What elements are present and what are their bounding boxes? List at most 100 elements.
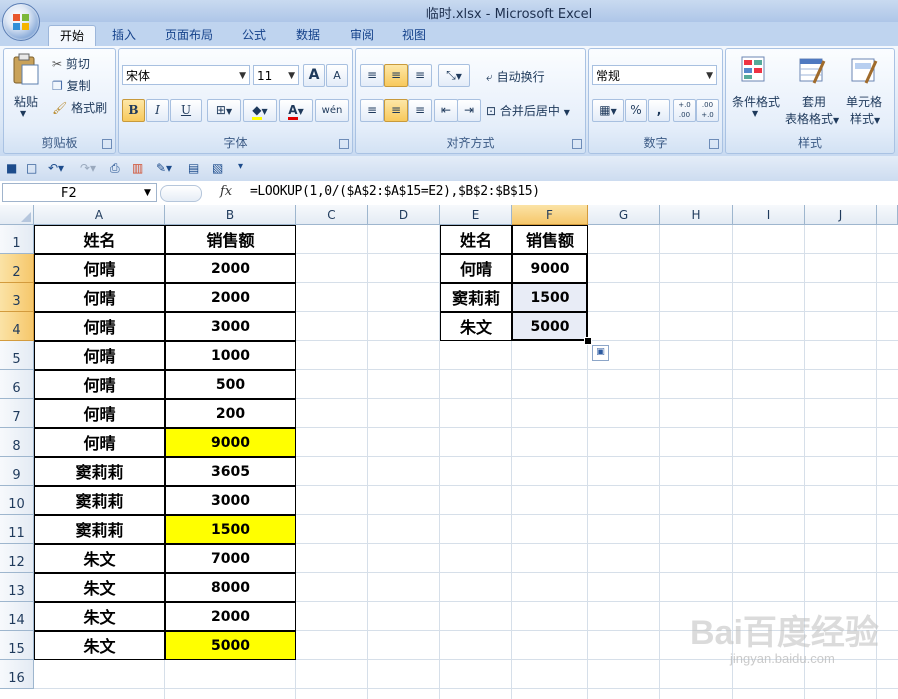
align-right-icon[interactable]: ≡ [408,99,432,122]
cell-B5[interactable]: 1000 [165,341,296,370]
row-header-15[interactable]: 15 [0,631,34,660]
insert-function-icon[interactable]: fx [220,184,232,199]
cell-styles-icon[interactable] [850,55,878,85]
row-header-12[interactable]: 12 [0,544,34,573]
tab-home[interactable]: 开始 [48,25,96,47]
formula-bar-resize-handle[interactable] [160,185,202,202]
column-header-G[interactable]: G [588,205,660,225]
column-header-F[interactable]: F [512,205,588,225]
row-header-4[interactable]: 4 [0,312,34,341]
cell-E2[interactable]: 何晴 [440,254,512,283]
cell-B6[interactable]: 500 [165,370,296,399]
office-button[interactable] [2,3,40,41]
phonetic-button[interactable]: wén [315,99,349,122]
tab-review[interactable]: 审阅 [342,25,382,46]
decrease-indent-icon[interactable]: ⇤ [434,99,458,122]
row-header-5[interactable]: 5 [0,341,34,370]
row-header-6[interactable]: 6 [0,370,34,399]
cell-E3[interactable]: 窦莉莉 [440,283,512,312]
cell-B2[interactable]: 2000 [165,254,296,283]
format-painter-button[interactable]: 🖌 格式刷 [52,99,107,116]
font-color-button[interactable]: A▼ [279,99,313,122]
cell-B3[interactable]: 2000 [165,283,296,312]
paste-icon[interactable] [10,53,40,87]
align-middle-icon[interactable]: ≡ [384,64,408,87]
cell-A8[interactable]: 何晴 [34,428,165,457]
conditional-format-icon[interactable] [740,55,768,85]
align-bottom-icon[interactable]: ≡ [408,64,432,87]
column-header-H[interactable]: H [660,205,733,225]
row-header-3[interactable]: 3 [0,283,34,312]
paste-button[interactable]: 粘贴 [14,93,38,110]
tab-insert[interactable]: 插入 [104,25,144,46]
row-header-9[interactable]: 9 [0,457,34,486]
column-header-E[interactable]: E [440,205,512,225]
cell-A5[interactable]: 何晴 [34,341,165,370]
font-size-select[interactable]: 11 ▼ [253,65,299,85]
format-as-table-button[interactable]: 表格格式▼ [785,110,839,127]
redo-icon[interactable]: ↷▾ [80,161,96,175]
column-header-D[interactable]: D [368,205,440,225]
cell-A4[interactable]: 何晴 [34,312,165,341]
cell-A15[interactable]: 朱文 [34,631,165,660]
row-header-7[interactable]: 7 [0,399,34,428]
tab-data[interactable]: 数据 [288,25,328,46]
form-icon[interactable]: ▤ [188,161,199,175]
cell-A12[interactable]: 朱文 [34,544,165,573]
shrink-font-button[interactable]: A [326,64,348,87]
new-file-icon[interactable]: □ [26,161,37,175]
row-header-2[interactable]: 2 [0,254,34,283]
cell-styles-button[interactable]: 样式▼ [850,110,880,127]
name-box[interactable]: F2 ▼ [2,183,157,202]
merge-center-button[interactable]: ⊡ 合并后居中 ▼ [486,102,570,119]
cell-B13[interactable]: 8000 [165,573,296,602]
cell-B11[interactable]: 1500 [165,515,296,544]
cell-A3[interactable]: 何晴 [34,283,165,312]
cell-styles-line1[interactable]: 单元格 [846,93,882,110]
cell-A11[interactable]: 窦莉莉 [34,515,165,544]
undo-icon[interactable]: ↶▾ [48,161,64,175]
font-launcher-icon[interactable] [339,139,349,149]
drawing-icon[interactable]: ✎▾ [156,161,172,175]
cell-B7[interactable]: 200 [165,399,296,428]
chart-icon[interactable]: ▥ [132,161,143,175]
number-format-select[interactable]: 常规 ▼ [592,65,717,85]
paste-dropdown-icon[interactable]: ▼ [20,109,26,118]
row-header-1[interactable]: 1 [0,225,34,254]
align-left-icon[interactable]: ≡ [360,99,384,122]
column-header-overflow[interactable] [877,205,898,225]
print-preview-icon[interactable]: ⎙ [110,161,120,176]
cell-A13[interactable]: 朱文 [34,573,165,602]
column-header-C[interactable]: C [296,205,368,225]
cell-B9[interactable]: 3605 [165,457,296,486]
cut-button[interactable]: ✂ 剪切 [52,55,90,72]
row-header-14[interactable]: 14 [0,602,34,631]
row-header-8[interactable]: 8 [0,428,34,457]
row-header-10[interactable]: 10 [0,486,34,515]
italic-button[interactable]: I [146,99,169,122]
cell-A14[interactable]: 朱文 [34,602,165,631]
fill-color-button[interactable]: ◆▼ [243,99,277,122]
cell-E4[interactable]: 朱文 [440,312,512,341]
clipboard-launcher-icon[interactable] [102,139,112,149]
increase-indent-icon[interactable]: ⇥ [457,99,481,122]
decrease-decimal-button[interactable]: .00 +.0 [696,99,719,122]
paste-options-icon[interactable]: ▣ [592,345,609,361]
cell-A6[interactable]: 何晴 [34,370,165,399]
column-header-J[interactable]: J [805,205,877,225]
copy-button[interactable]: ❐ 复制 [52,77,91,94]
format-as-table-icon[interactable] [798,55,826,85]
cell-B12[interactable]: 7000 [165,544,296,573]
cell-B8[interactable]: 9000 [165,428,296,457]
cell-A9[interactable]: 窦莉莉 [34,457,165,486]
grow-font-button[interactable]: A [303,64,325,87]
align-top-icon[interactable]: ≡ [360,64,384,87]
borders-button[interactable]: ⊞▼ [207,99,241,122]
align-center-icon[interactable]: ≡ [384,99,408,122]
comma-button[interactable]: , [648,99,670,122]
format-as-table-line1[interactable]: 套用 [802,93,826,110]
cell-A2[interactable]: 何晴 [34,254,165,283]
sort-icon[interactable]: ▧ [212,161,223,175]
row-header-11[interactable]: 11 [0,515,34,544]
cell-B4[interactable]: 3000 [165,312,296,341]
